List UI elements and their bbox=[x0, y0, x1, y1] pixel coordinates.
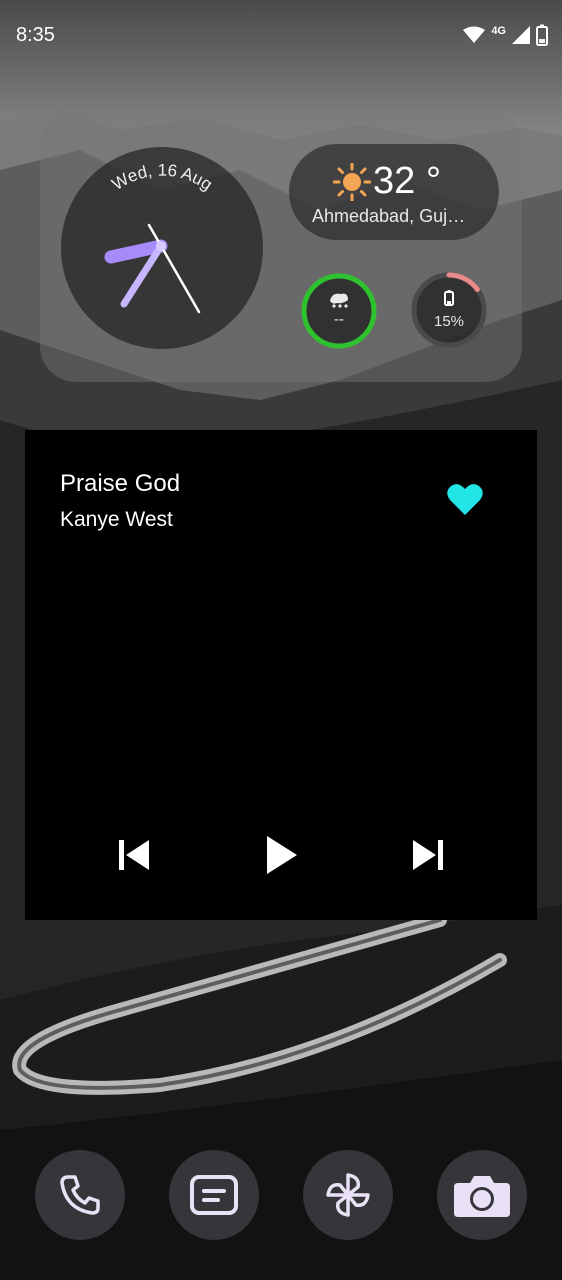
status-icons: 4G bbox=[463, 22, 548, 48]
battery-ring[interactable] bbox=[409, 270, 489, 350]
phone-app[interactable] bbox=[35, 1150, 125, 1240]
pinwheel-icon bbox=[326, 1173, 370, 1217]
status-time: 8:35 bbox=[16, 24, 55, 46]
clock-hands: Wed, 16 Aug bbox=[104, 161, 216, 314]
song-artist: Kanye West bbox=[60, 508, 173, 531]
play-icon[interactable] bbox=[264, 834, 300, 876]
next-track-icon[interactable] bbox=[411, 838, 445, 872]
cloud-icon bbox=[330, 293, 348, 308]
clock-second-hand bbox=[147, 223, 201, 314]
favorite-heart-icon[interactable] bbox=[446, 482, 484, 516]
gallery-app[interactable] bbox=[303, 1150, 393, 1240]
location-label: Ahmedabad, Guj… bbox=[312, 206, 466, 226]
sun-icon bbox=[333, 163, 371, 201]
message-icon bbox=[190, 1175, 238, 1215]
temperature-value: 32 ° bbox=[373, 160, 442, 202]
battery-icon bbox=[536, 24, 548, 46]
weather-condition-label: -- bbox=[334, 311, 344, 328]
battery-percent-label: 15% bbox=[433, 313, 465, 330]
previous-track-icon[interactable] bbox=[117, 838, 151, 872]
camera-icon bbox=[454, 1176, 510, 1217]
clock-date: Wed, 16 Aug bbox=[109, 161, 216, 195]
status-bar: 8:35 4G bbox=[0, 0, 562, 70]
wifi-icon bbox=[463, 26, 486, 43]
signal-icon bbox=[512, 26, 530, 44]
phone-icon bbox=[60, 1175, 100, 1215]
camera-app[interactable] bbox=[437, 1150, 527, 1240]
song-title: Praise God bbox=[60, 470, 181, 497]
messages-app[interactable] bbox=[169, 1150, 259, 1240]
network-type-label: 4G bbox=[491, 25, 506, 37]
